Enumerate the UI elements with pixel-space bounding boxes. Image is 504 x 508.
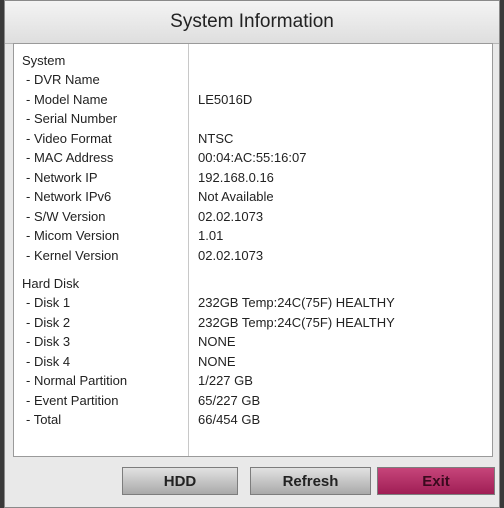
refresh-button[interactable]: Refresh [250,467,371,495]
dialog-title: System Information [5,1,499,44]
row-label: - Total [26,412,62,427]
info-row-serial-number: - Serial Number [14,109,492,128]
exit-button[interactable]: Exit [377,467,495,495]
info-row-mac-address: - MAC Address 00:04:AC:55:16:07 [14,148,492,167]
row-value: 02.02.1073 [198,247,264,263]
info-row-sw-version: - S/W Version 02.02.1073 [14,207,492,226]
row-label: - Micom Version [26,228,120,243]
section-heading-system: System [14,51,492,70]
hdd-button[interactable]: HDD [122,467,238,495]
info-row-total: - Total 66/454 GB [14,410,492,429]
row-label: - Video Format [26,130,112,146]
row-value: NTSC [198,130,234,146]
button-bar: HDD Refresh Exit [5,457,499,507]
info-row-normal-partition: - Normal Partition 1/227 GB [14,371,492,390]
section-label: System [22,53,66,68]
row-label: - Serial Number [26,111,118,126]
row-value: 1/227 GB [198,373,253,388]
row-label: - Disk 2 [26,314,71,330]
row-value: NONE [198,334,236,349]
system-information-dialog: System Information System - DVR Name - M… [4,0,500,508]
row-value: 00:04:AC:55:16:07 [198,150,307,165]
info-row-video-format: - Video Format NTSC [14,129,492,148]
info-row-disk-3: - Disk 3 NONE [14,332,492,351]
row-label: - MAC Address [26,150,114,165]
row-label: - Disk 1 [26,295,71,310]
row-label: - Disk 4 [26,353,71,369]
section-label: Hard Disk [22,276,80,291]
info-row-network-ip: - Network IP 192.168.0.16 [14,168,492,187]
row-value: 232GB Temp:24C(75F) HEALTHY [198,314,395,330]
info-row-disk-2: - Disk 2 232GB Temp:24C(75F) HEALTHY [14,313,492,332]
row-label: - DVR Name [26,72,100,87]
row-value: LE5016D [198,91,253,107]
info-row-kernel-version: - Kernel Version 02.02.1073 [14,246,492,265]
row-value: Not Available [198,189,274,204]
row-label: - Kernel Version [26,247,119,263]
row-label: - Normal Partition [26,373,128,388]
row-label: - Event Partition [26,392,119,408]
row-label: - S/W Version [26,208,106,224]
row-label: - Disk 3 [26,334,71,349]
row-value: 1.01 [198,228,224,243]
row-value: NONE [198,353,236,369]
row-value: 02.02.1073 [198,208,264,224]
row-value: 65/227 GB [198,392,261,408]
info-row-disk-1: - Disk 1 232GB Temp:24C(75F) HEALTHY [14,293,492,312]
info-panel: System - DVR Name - Model Name LE5016D -… [13,43,493,457]
info-row-event-partition: - Event Partition 65/227 GB [14,391,492,410]
row-label: - Network IPv6 [26,189,112,204]
info-row-dvr-name: - DVR Name [14,70,492,89]
info-row-model-name: - Model Name LE5016D [14,90,492,109]
row-value: 66/454 GB [198,412,261,427]
section-heading-hard-disk: Hard Disk [14,274,492,293]
info-row-disk-4: - Disk 4 NONE [14,352,492,371]
info-row-micom-version: - Micom Version 1.01 [14,226,492,245]
row-label: - Network IP [26,169,98,185]
row-value: 192.168.0.16 [198,169,274,185]
row-label: - Model Name [26,91,108,107]
info-row-network-ipv6: - Network IPv6 Not Available [14,187,492,206]
row-value: 232GB Temp:24C(75F) HEALTHY [198,295,395,310]
